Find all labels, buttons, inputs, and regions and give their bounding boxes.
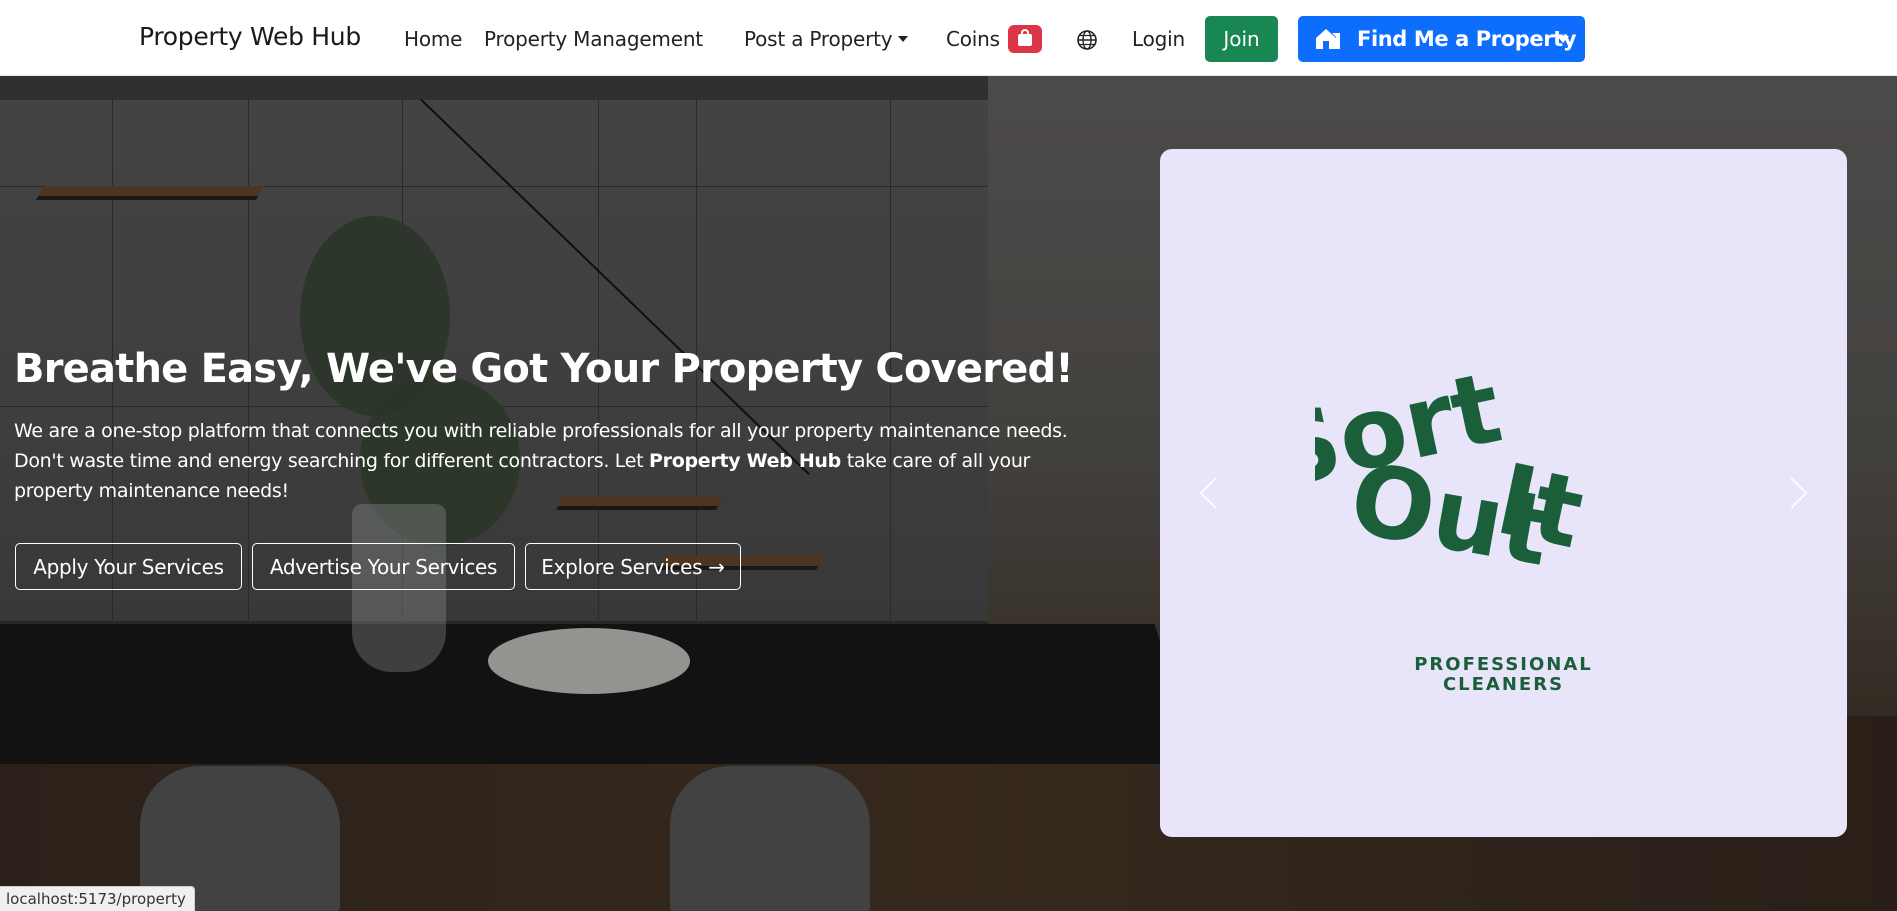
chevron-left-icon — [1199, 477, 1231, 509]
caret-down-icon — [898, 36, 909, 42]
find-property-label: Find Me a Property — [1357, 27, 1577, 51]
logo-subtitle-cleaners: CLEANERS — [1442, 674, 1565, 695]
nav-post-property-label: Post a Property — [744, 27, 893, 51]
nav-coins-link[interactable]: Coins — [946, 27, 1000, 51]
carousel-next-button[interactable] — [1776, 474, 1817, 514]
hero-description-brand: Property Web Hub — [649, 450, 841, 472]
logo-subtitle-professional: PROFESSIONAL — [1414, 654, 1593, 675]
advertise-services-button[interactable]: Advertise Your Services — [252, 543, 515, 590]
coins-badge[interactable] — [1008, 25, 1042, 53]
nav-property-management-link[interactable]: Property Management — [484, 27, 703, 51]
nav-home-link[interactable]: Home — [404, 27, 462, 51]
shopping-bag-icon — [1018, 29, 1032, 46]
apply-services-button[interactable]: Apply Your Services — [15, 543, 242, 590]
brand-logo[interactable]: Property Web Hub — [139, 22, 361, 51]
carousel-prev-button[interactable] — [1190, 474, 1231, 514]
globe-icon[interactable] — [1076, 29, 1098, 51]
nav-login-link[interactable]: Login — [1132, 27, 1185, 51]
services-carousel: Sort It Out PROFESSIONAL CLEANERS — [1160, 149, 1847, 837]
navbar: Property Web Hub Home Property Managemen… — [0, 0, 1897, 76]
hero-title: Breathe Easy, We've Got Your Property Co… — [14, 346, 1074, 392]
hero-description: We are a one-stop platform that connects… — [14, 416, 1094, 506]
find-property-dropdown-button[interactable]: Find Me a Property — [1298, 16, 1585, 62]
house-icon — [1316, 29, 1340, 49]
nav-post-property-dropdown[interactable]: Post a Property — [744, 27, 909, 51]
browser-status-bar: localhost:5173/property — [0, 886, 195, 911]
chevron-right-icon — [1776, 477, 1808, 509]
sort-it-out-logo: Sort It Out — [1315, 351, 1592, 589]
join-button[interactable]: Join — [1205, 16, 1278, 62]
caret-down-icon — [1557, 36, 1569, 43]
explore-services-button[interactable]: Explore Services → — [525, 543, 741, 590]
hero-section: Breathe Easy, We've Got Your Property Co… — [0, 76, 1897, 911]
